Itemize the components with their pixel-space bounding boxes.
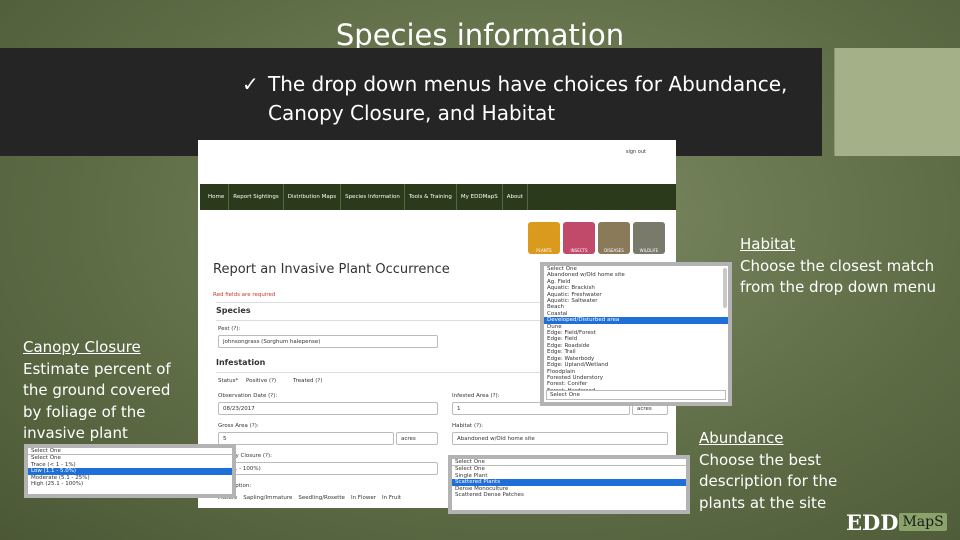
habitat-scrollbar[interactable]	[723, 268, 727, 308]
category-label: WILDLIFE	[639, 248, 659, 253]
logo-maps: MapS	[899, 513, 947, 531]
canopy-option[interactable]: High (25.1 - 100%)	[28, 481, 232, 487]
habitat-dropdown[interactable]: Select One Abandoned w/Old home site Ag. F…	[540, 262, 732, 406]
gross-area-label: Gross Area (?):	[218, 423, 259, 429]
pest-select[interactable]: johnsongrass (Sorghum halepense)	[218, 335, 438, 348]
habitat-annotation-body: Choose the closest match from the drop d…	[740, 256, 936, 297]
status-positive-radio[interactable]: Positive (?)	[246, 378, 276, 384]
nav-bar: Home Report Sightings Distribution Maps Spe…	[200, 184, 676, 210]
nav-item-species-information[interactable]: Species Information	[341, 184, 405, 210]
infested-area-label: Infested Area (?):	[452, 393, 500, 399]
gross-area-unit[interactable]: acres	[396, 432, 438, 445]
nav-item-tools-training[interactable]: Tools & Training	[405, 184, 457, 210]
canopy-annotation-head: Canopy Closure	[23, 338, 141, 356]
species-heading: Species	[216, 306, 251, 315]
logo-edd: EDD	[846, 509, 899, 535]
gross-area-input[interactable]: 5	[218, 432, 394, 445]
abundance-dropdown[interactable]: Select One Select One Single Plant Scattere…	[448, 455, 690, 514]
habitat-label: Habitat (?):	[452, 423, 484, 429]
category-label: DISEASES	[604, 248, 624, 253]
abundance-options: Select One Select One Single Plant Scattere…	[452, 459, 686, 498]
bullet-text: The drop down menus have choices for Abu…	[268, 72, 788, 125]
slide-title: Species information	[335, 18, 625, 52]
checkmark-icon: ✓	[242, 72, 259, 96]
report-title: Report an Invasive Plant Occurrence	[213, 262, 450, 277]
abundance-annotation: Abundance Choose the best description fo…	[699, 428, 864, 514]
description-checkbox[interactable]: In Flower	[351, 495, 376, 501]
infestation-heading: Infestation	[216, 358, 266, 367]
category-label: PLANTS	[536, 248, 552, 253]
bullet-point: ✓ The drop down menus have choices for A…	[242, 70, 802, 128]
habitat-options: Select One Abandoned w/Old home site Ag. F…	[544, 266, 728, 401]
abundance-option[interactable]: Scattered Dense Patches	[452, 492, 686, 498]
nav-item-my-eddmaps[interactable]: My EDDMapS	[457, 184, 503, 210]
canopy-select[interactable]: (25.1 - 100%)	[218, 462, 438, 475]
nav-item-report-sightings[interactable]: Report Sightings	[229, 184, 284, 210]
habitat-annotation: Habitat Choose the closest match from th…	[740, 234, 945, 299]
nav-item-about[interactable]: About	[503, 184, 528, 210]
abundance-dropdown-header[interactable]: Select One	[452, 459, 686, 467]
habitat-select[interactable]: Abandoned w/Old home site	[452, 432, 668, 445]
canopy-dropdown[interactable]: Select One Select One Trace (< 1 - 1%) Low …	[24, 444, 236, 498]
description-checkbox[interactable]: Sapling/Immature	[243, 495, 292, 501]
pest-label: Pest (?):	[218, 326, 241, 332]
nav-item-distribution-maps[interactable]: Distribution Maps	[284, 184, 342, 210]
obs-date-label: Observation Date (?):	[218, 393, 278, 399]
status-label: Status*	[218, 378, 239, 384]
decorative-tab	[834, 48, 960, 156]
sign-out-button[interactable]: sign out	[617, 146, 654, 158]
eddmaps-logo: EDD MapS	[846, 508, 947, 536]
category-label: INSECTS	[570, 248, 588, 253]
description-checkbox[interactable]: In Fruit	[382, 495, 401, 501]
abundance-annotation-body: Choose the best description for the plan…	[699, 450, 838, 512]
habitat-dropdown-footer[interactable]: Select One	[546, 390, 726, 400]
description-checkbox[interactable]: Seedling/Rosette	[298, 495, 345, 501]
canopy-annotation: Canopy Closure Estimate percent of the g…	[23, 337, 193, 445]
abundance-annotation-head: Abundance	[699, 429, 784, 447]
status-treated-radio[interactable]: Treated (?)	[293, 378, 322, 384]
habitat-annotation-head: Habitat	[740, 235, 796, 253]
canopy-dropdown-header[interactable]: Select One	[28, 448, 232, 456]
required-note: Red fields are required	[213, 292, 276, 298]
canopy-annotation-body: Estimate percent of the ground covered b…	[23, 359, 171, 443]
obs-date-input[interactable]: 08/23/2017	[218, 402, 438, 415]
canopy-options: Select One Select One Trace (< 1 - 1%) Low …	[28, 448, 232, 487]
nav-item-home[interactable]: Home	[204, 184, 230, 210]
